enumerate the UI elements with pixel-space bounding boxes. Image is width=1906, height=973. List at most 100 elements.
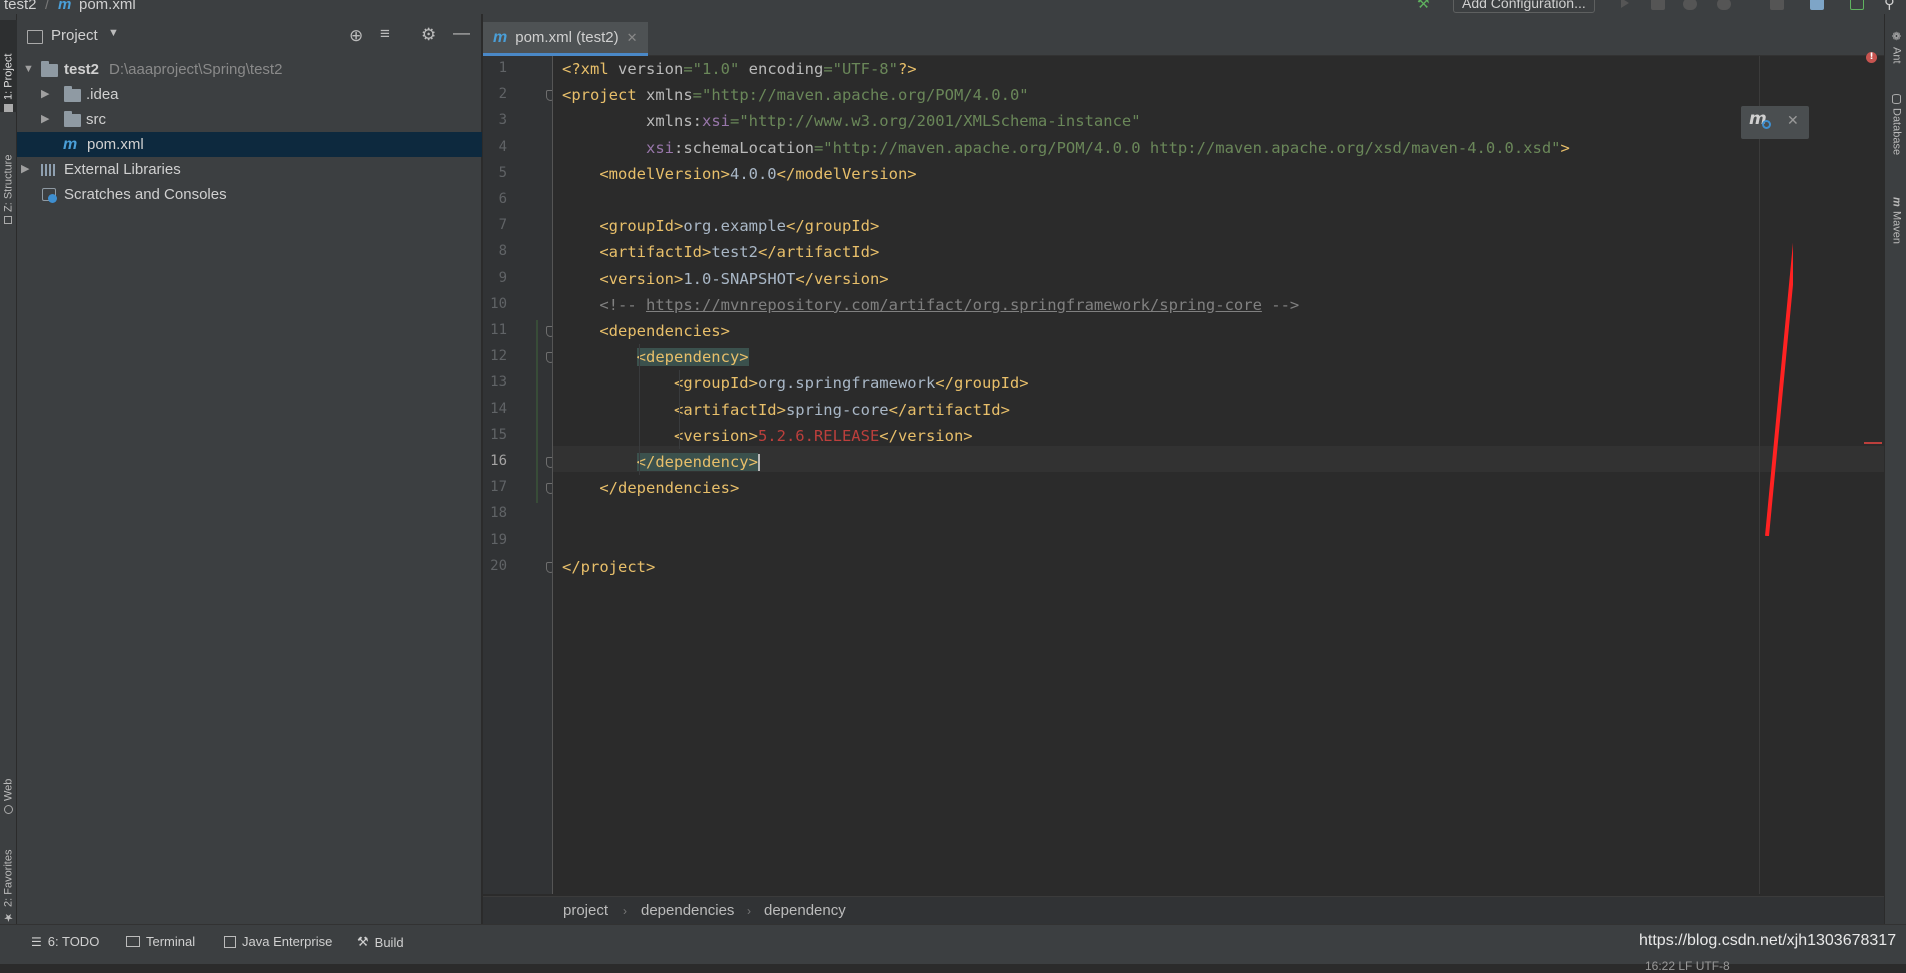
code-line: <groupId>org.springframework</groupId> [562, 370, 1029, 396]
hide-panel-icon[interactable]: — [453, 23, 470, 43]
search-icon[interactable]: ⚲ [1884, 0, 1895, 12]
project-view-selector[interactable]: Project [51, 27, 98, 44]
tree-item-test2[interactable]: ▼ test2 D:\aaaproject\Spring\test2 [17, 57, 482, 82]
debug-icon[interactable] [1651, 0, 1665, 10]
line-number[interactable]: 3 [483, 112, 507, 128]
comment-link[interactable]: https://mvnrepository.com/artifact/org.s… [646, 296, 1262, 314]
run-anything-icon[interactable] [1850, 0, 1864, 10]
coverage-icon[interactable] [1683, 0, 1697, 10]
line-number[interactable]: 4 [483, 139, 507, 155]
code-line: <dependencies> [562, 318, 730, 344]
line-number[interactable]: 7 [483, 217, 507, 233]
tree-item-scratches[interactable]: Scratches and Consoles [17, 182, 482, 207]
code-token: </artifactId> [757, 243, 880, 262]
tree-item-external-libraries[interactable]: ▶ External Libraries [17, 157, 482, 182]
tree-item-idea[interactable]: ▶ .idea [17, 82, 482, 107]
line-number[interactable]: 2 [483, 86, 507, 102]
tool-todo-label: 6: TODO [47, 934, 100, 949]
add-configuration-button[interactable]: Add Configuration... [1453, 0, 1595, 13]
collapsed-arrow-icon[interactable]: ▶ [41, 107, 49, 132]
code-token: </project> [562, 557, 656, 576]
tab-project[interactable]: 1: Project [0, 20, 17, 112]
line-number[interactable]: 11 [483, 322, 507, 338]
nav-crumb-file[interactable]: pom.xml [79, 0, 136, 13]
tool-terminal[interactable]: Terminal [126, 934, 195, 949]
collapse-all-icon[interactable]: ≡ [380, 24, 390, 44]
line-number[interactable]: 19 [483, 532, 507, 548]
line-number[interactable]: 1 [483, 60, 507, 76]
star-icon: ★ [3, 911, 15, 924]
line-number[interactable]: 10 [483, 296, 507, 312]
code-token: <dependencies> [562, 322, 730, 340]
tree-item-path: D:\aaaproject\Spring\test2 [109, 61, 283, 78]
error-stripe-mark[interactable] [1864, 442, 1882, 444]
matched-tag: </dependency> [636, 453, 758, 471]
vcs-change-marker[interactable] [536, 320, 538, 504]
library-icon [41, 164, 57, 176]
code-token: <!-- [562, 295, 646, 314]
line-number[interactable]: 12 [483, 348, 507, 364]
line-number[interactable]: 20 [483, 558, 507, 574]
locate-file-icon[interactable]: ⊕ [349, 26, 363, 46]
editor-breadcrumbs: project › dependencies › dependency [483, 896, 1884, 924]
line-number[interactable]: 17 [483, 479, 507, 495]
editor-gutter[interactable]: 1 2 3 4 5 6 7 8 9 10 11 12 13 14 15 16 17 18 19 20 [483, 56, 555, 894]
structure-icon [4, 216, 13, 224]
chevron-down-icon[interactable]: ▼ [108, 27, 119, 39]
gear-icon[interactable]: ⚙ [421, 25, 436, 45]
tab-maven[interactable]: m Maven [1888, 197, 1905, 244]
code-line: <groupId>org.example</groupId> [562, 213, 879, 239]
tree-item-pom-xml[interactable]: m pom.xml [17, 132, 482, 157]
watermark-url: https://blog.csdn.net/xjh1303678317 [1639, 932, 1897, 949]
line-number[interactable]: 15 [483, 427, 507, 443]
code-token: ="http://www.w3.org/2001/XMLSchema-insta… [729, 112, 1141, 131]
tree-item-src[interactable]: ▶ src [17, 107, 482, 132]
close-icon[interactable]: ✕ [627, 22, 638, 53]
tab-label: pom.xml (test2) [515, 29, 619, 46]
code-line: <version>1.0-SNAPSHOT</version> [562, 266, 888, 292]
breadcrumb-dependency[interactable]: dependency [764, 902, 846, 919]
collapsed-arrow-icon[interactable]: ▶ [21, 157, 29, 182]
nav-separator: / [45, 0, 50, 13]
tab-structure[interactable]: Z: Structure [0, 134, 17, 224]
tab-favorites[interactable]: ★ 2: Favorites [0, 826, 17, 924]
tab-pom-xml[interactable]: m pom.xml (test2) ✕ [483, 22, 648, 56]
annotation-arrow [1765, 242, 1793, 536]
line-number[interactable]: 14 [483, 401, 507, 417]
nav-crumb-project[interactable]: test2 [4, 0, 37, 13]
tool-todo[interactable]: ☰ 6: TODO [31, 934, 99, 949]
stop-icon[interactable] [1770, 0, 1784, 10]
code-line: <project xmlns="http://maven.apache.org/… [562, 82, 1029, 108]
expand-arrow-icon[interactable]: ▼ [23, 57, 34, 82]
project-structure-icon[interactable] [1810, 0, 1824, 10]
tab-database[interactable]: Database [1888, 94, 1905, 155]
breadcrumb-dependencies[interactable]: dependencies [641, 902, 734, 919]
line-number[interactable]: 16 [483, 453, 507, 469]
line-number[interactable]: 8 [483, 243, 507, 259]
line-number[interactable]: 13 [483, 374, 507, 390]
error-indicator-icon[interactable]: ! [1866, 52, 1877, 63]
tree-item-label: .idea [86, 86, 119, 103]
profile-icon[interactable] [1717, 0, 1731, 10]
code-token: <version> [562, 269, 684, 288]
build-hammer-icon[interactable]: ⚒ [1417, 0, 1433, 12]
tab-web[interactable]: Web [0, 754, 17, 814]
close-icon[interactable]: ✕ [1787, 113, 1799, 129]
tool-java-enterprise[interactable]: Java Enterprise [224, 934, 332, 949]
line-number[interactable]: 6 [483, 191, 507, 207]
line-number[interactable]: 9 [483, 270, 507, 286]
code-editor[interactable]: <?xml version="1.0" encoding="UTF-8"?> <p… [553, 52, 1884, 894]
status-bar-info: 16:22 LF UTF-8 [1645, 959, 1730, 973]
line-number[interactable]: 5 [483, 165, 507, 181]
collapsed-arrow-icon[interactable]: ▶ [41, 82, 49, 107]
matched-tag: <dependency> [636, 348, 749, 367]
breadcrumb-project[interactable]: project [563, 902, 608, 919]
run-icon[interactable] [1621, 0, 1629, 8]
code-token: <modelVersion> [562, 164, 730, 183]
code-token: <groupId> [562, 374, 758, 393]
tab-structure-label: Z: Structure [2, 154, 15, 212]
tool-build[interactable]: ⚒ Build [357, 934, 404, 950]
tab-ant[interactable]: ❁ Ant [1888, 30, 1905, 64]
line-number[interactable]: 18 [483, 505, 507, 521]
code-token: <artifactId> [562, 400, 786, 419]
